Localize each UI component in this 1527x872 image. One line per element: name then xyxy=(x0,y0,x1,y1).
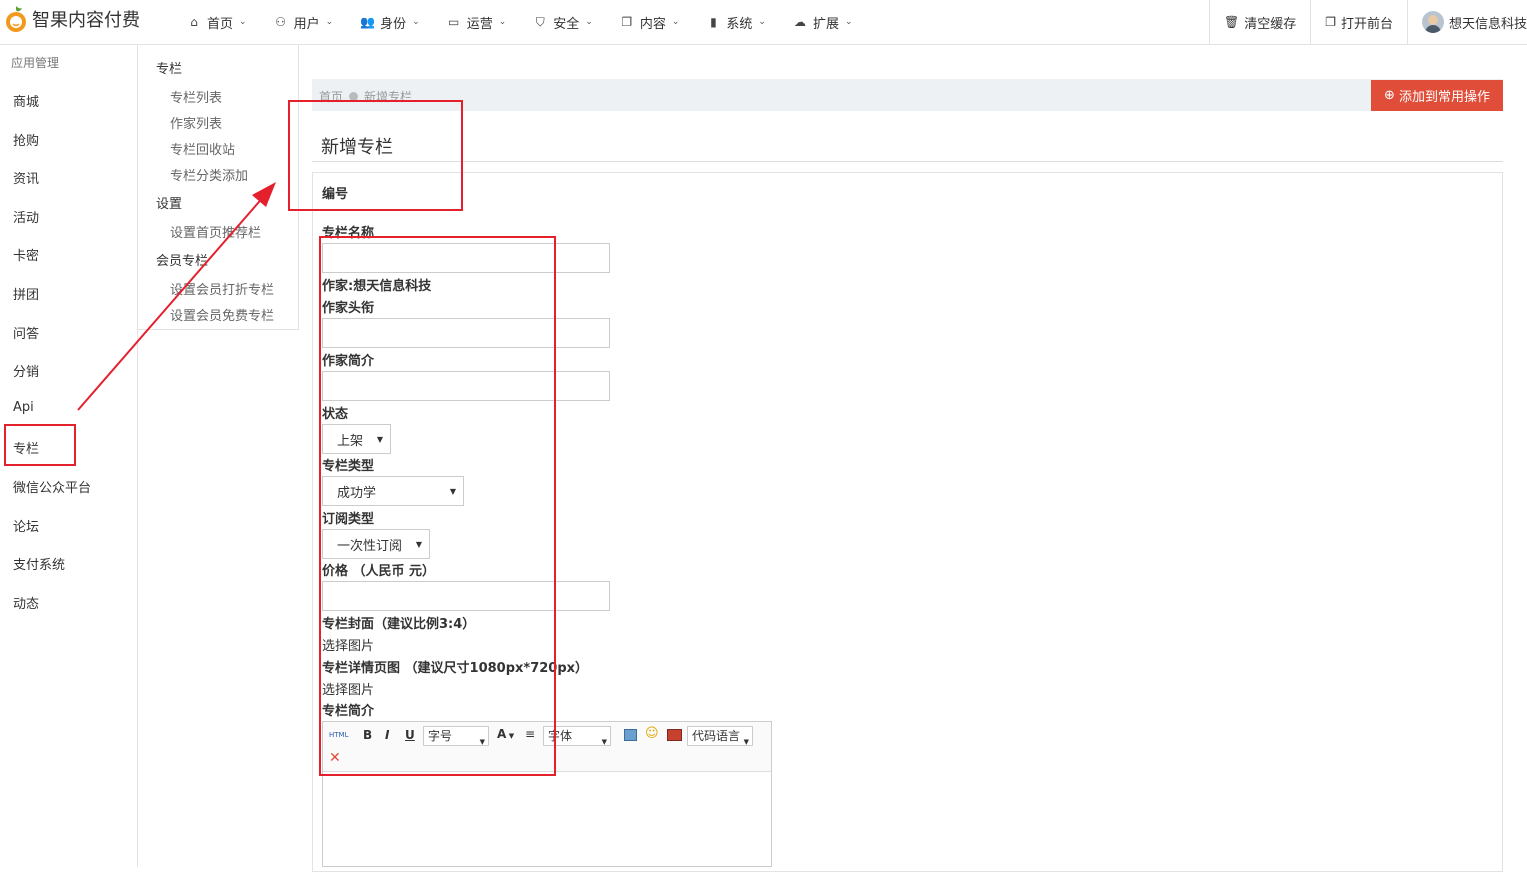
subnav-item-member-discount[interactable]: 设置会员打折专栏 xyxy=(170,279,274,298)
chevron-down-icon: ⌄ xyxy=(671,17,680,27)
cloud-icon: ☁ xyxy=(793,15,806,29)
add-to-common-button[interactable]: ⊕ 添加到常用操作 xyxy=(1371,80,1503,111)
sidebar-item-forum[interactable]: 论坛 xyxy=(13,516,39,535)
chevron-down-icon: ⌄ xyxy=(412,17,420,27)
app-name: 智果内容付费 xyxy=(32,10,140,31)
clear-cache-button[interactable]: 🗑 清空缓存 xyxy=(1208,0,1310,44)
sidebar-item-wechat[interactable]: 微信公众平台 xyxy=(13,477,91,496)
sidebar-group-title: 应用管理 xyxy=(11,56,60,70)
top-right-tools: 🗑 清空缓存 ❐ 打开前台 想天信息科技 xyxy=(1208,0,1527,44)
dropdown-arrow-icon: ▼ xyxy=(743,738,749,746)
monitor-icon: ▭ xyxy=(448,15,460,29)
breadcrumb: 首页 新增专栏 xyxy=(312,79,1503,111)
chevron-down-icon: ⌄ xyxy=(758,17,766,27)
sidebar-item-mall[interactable]: 商城 xyxy=(13,91,39,110)
dropdown-arrow-icon: ▼ xyxy=(601,738,607,746)
chevron-down-icon: ⌄ xyxy=(844,17,853,27)
nav-security[interactable]: ⛉ 安全 ⌄ xyxy=(524,0,602,44)
sidebar-item-news[interactable]: 资讯 xyxy=(13,168,39,187)
sidebar-item-group-buy[interactable]: 拼团 xyxy=(13,284,39,303)
subnav-item-home-recommend[interactable]: 设置首页推荐栏 xyxy=(170,222,261,241)
subnav-item-author-list[interactable]: 作家列表 xyxy=(170,113,222,132)
orange-logo-icon xyxy=(4,4,28,34)
book-icon: ▮ xyxy=(710,15,717,29)
subnav-item-member-free[interactable]: 设置会员免费专栏 xyxy=(170,305,274,324)
subnav-item-column-list[interactable]: 专栏列表 xyxy=(170,87,222,106)
user-menu[interactable]: 想天信息科技 xyxy=(1406,0,1527,44)
subnav-section-title: 专栏 xyxy=(156,62,183,77)
nav-identity[interactable]: 👥 身份 ⌄ xyxy=(351,0,429,44)
emoji-icon[interactable]: ☺ xyxy=(645,726,659,741)
sidebar-item-payment[interactable]: 支付系统 xyxy=(13,554,65,573)
media-icon[interactable] xyxy=(667,729,682,741)
image-icon[interactable] xyxy=(624,729,637,741)
nav-user[interactable]: ⚇ 用户 ⌄ xyxy=(265,0,343,44)
sidebar-item-qa[interactable]: 问答 xyxy=(13,323,39,342)
plus-circle-icon: ⊕ xyxy=(1384,88,1395,103)
user-icon: ⚇ xyxy=(275,15,286,29)
sidebar-item-dynamic[interactable]: 动态 xyxy=(13,593,39,612)
avatar xyxy=(1421,11,1444,33)
copy-icon: ❐ xyxy=(1325,15,1336,29)
users-icon: 👥 xyxy=(360,15,376,29)
sidebar-item-flash-sale[interactable]: 抢购 xyxy=(13,130,39,149)
home-icon: ⌂ xyxy=(190,15,198,29)
main-nav: ⌂ 首页 ⌄ ⚇ 用户 ⌄ 👥 身份 ⌄ ▭ 运营 ⌄ ⛉ 安全 ⌄ ❐ 内容 ⌄ ▮ 系统 ⌄ ☁ 扩展 ⌄ xyxy=(178,0,871,44)
nav-system[interactable]: ▮ 系统 ⌄ xyxy=(697,0,775,44)
subnav-item-recycle-bin[interactable]: 专栏回收站 xyxy=(170,139,235,158)
divider xyxy=(312,161,1503,162)
subnav-section-title: 设置 xyxy=(156,197,183,212)
nav-content[interactable]: ❐ 内容 ⌄ xyxy=(611,0,689,44)
sub-sidebar: 专栏 专栏列表 作家列表 专栏回收站 专栏分类添加 设置 设置首页推荐栏 会员专… xyxy=(138,45,299,330)
nav-extend[interactable]: ☁ 扩展 ⌄ xyxy=(784,0,862,44)
nav-home[interactable]: ⌂ 首页 ⌄ xyxy=(178,0,256,44)
trash-icon: 🗑 xyxy=(1223,15,1240,29)
chevron-down-icon: ⌄ xyxy=(239,17,247,27)
annotation-box-sidebar xyxy=(4,424,76,466)
code-language-select[interactable]: 代码语言 ▼ xyxy=(687,726,753,746)
app-logo[interactable]: 智果内容付费 xyxy=(4,4,140,34)
sidebar-item-distribution[interactable]: 分销 xyxy=(13,361,39,380)
chevron-down-icon: ⌄ xyxy=(498,17,507,27)
annotation-box-title xyxy=(288,100,463,211)
open-frontend-button[interactable]: ❐ 打开前台 xyxy=(1310,0,1407,44)
subnav-item-add-category[interactable]: 专栏分类添加 xyxy=(170,165,248,184)
nav-operation[interactable]: ▭ 运营 ⌄ xyxy=(438,0,516,44)
sidebar-item-card[interactable]: 卡密 xyxy=(13,245,39,264)
sidebar-item-api[interactable]: Api xyxy=(13,400,34,415)
sidebar-item-activity[interactable]: 活动 xyxy=(13,207,39,226)
annotation-box-form xyxy=(319,236,556,776)
copy-icon: ❐ xyxy=(621,15,633,29)
chevron-down-icon: ⌄ xyxy=(325,17,334,27)
shield-icon: ⛉ xyxy=(535,14,545,29)
top-navbar: 智果内容付费 ⌂ 首页 ⌄ ⚇ 用户 ⌄ 👥 身份 ⌄ ▭ 运营 ⌄ ⛉ 安全 ⌄ ❐ 内容 ⌄ ▮ 系统… xyxy=(0,0,1527,45)
subnav-section-title: 会员专栏 xyxy=(156,254,209,269)
chevron-down-icon: ⌄ xyxy=(585,17,593,27)
